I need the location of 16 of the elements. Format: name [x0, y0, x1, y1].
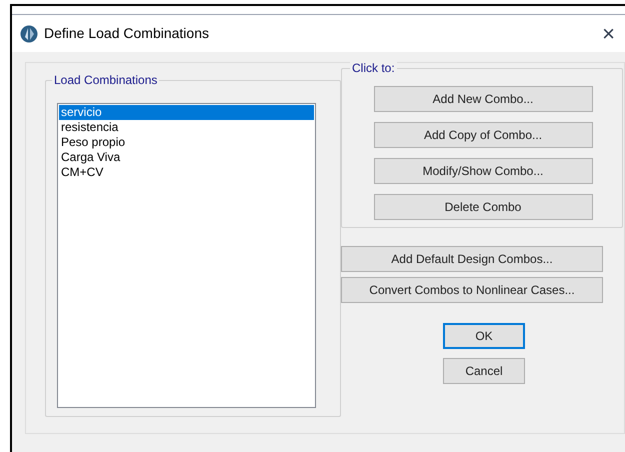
list-item[interactable]: servicio	[59, 105, 314, 120]
ok-button[interactable]: OK	[443, 323, 525, 349]
app-logo-icon	[20, 24, 38, 42]
list-item[interactable]: Carga Viva	[59, 150, 314, 165]
action-button[interactable]: Add New Combo...	[374, 86, 592, 112]
action-button[interactable]: Modify/Show Combo...	[374, 158, 592, 184]
close-button[interactable]: ×	[600, 22, 617, 44]
list-item[interactable]: CM+CV	[59, 165, 314, 180]
action-button[interactable]: Add Copy of Combo...	[374, 122, 592, 148]
list-item[interactable]: resistencia	[59, 120, 314, 135]
list-item[interactable]: Peso propio	[59, 135, 314, 150]
window-title: Define Load Combinations	[44, 24, 209, 43]
action-button[interactable]: Convert Combos to Nonlinear Cases...	[341, 277, 603, 303]
action-button[interactable]: Add Default Design Combos...	[341, 246, 603, 272]
cancel-button[interactable]: Cancel	[443, 358, 525, 384]
action-button[interactable]: Delete Combo	[374, 194, 592, 220]
